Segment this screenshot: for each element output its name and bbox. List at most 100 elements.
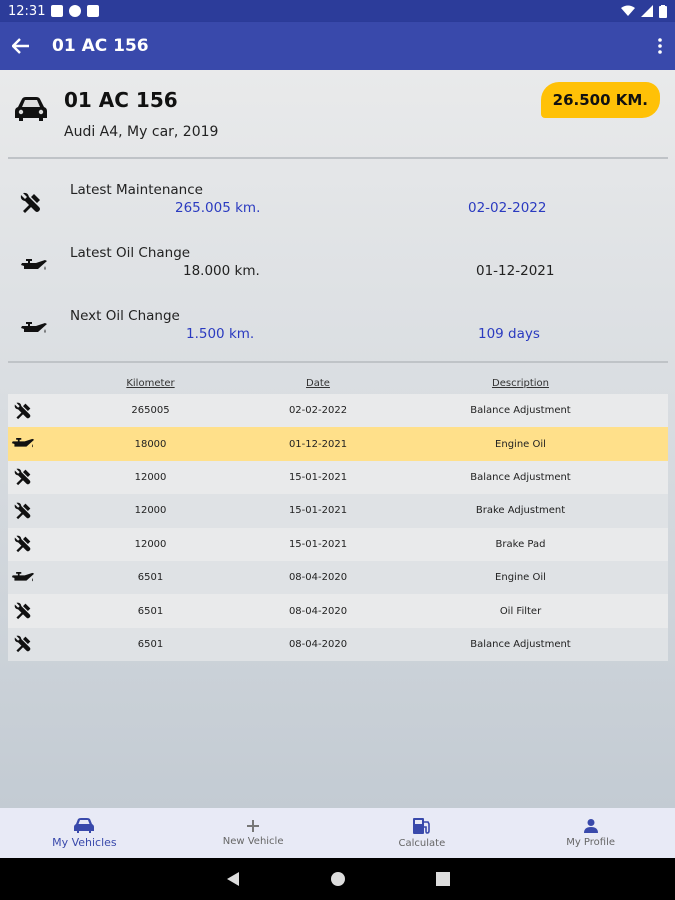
system-home-icon[interactable] [330,871,346,887]
car-icon [74,818,95,833]
nav-my-vehicles[interactable]: My Vehicles [0,808,169,858]
divider [8,361,668,363]
wrench-icon [14,602,31,620]
sync-icon [69,5,82,17]
nav-my-profile[interactable]: My Profile [506,808,675,858]
row-km: 6501 [137,638,164,650]
table-row[interactable]: 6501 08-04-2020 Balance Adjustment [8,627,668,662]
row-description: Balance Adjustment [470,405,571,417]
divider [8,157,668,159]
row-type-icon [8,402,38,420]
oil-can-icon [21,322,47,333]
nav-calculate[interactable]: Calculate [338,808,507,858]
maintenance-history-table: Kilometer Date Description 265005 02-02-2… [8,372,668,662]
wifi-icon [621,5,635,16]
row-date: 15-01-2021 [288,538,348,550]
vehicle-plate: 01 AC 156 [64,88,178,112]
column-header-date[interactable]: Date [263,378,373,389]
table-row[interactable]: 265005 02-02-2022 Balance Adjustment [8,394,668,428]
table-row[interactable]: 18000 01-12-2021 Engine Oil [8,427,668,461]
plus-icon [247,820,260,832]
row-date: 01-12-2021 [288,438,348,450]
next-oil-change-label: Next Oil Change [70,308,180,324]
system-recents-icon[interactable] [435,872,450,886]
sd-card-icon [87,5,100,17]
odometer-badge: 26.500 KM. [540,82,660,118]
latest-oil-change-label: Latest Oil Change [70,245,191,261]
more-vert-icon[interactable] [657,38,663,54]
column-header-description[interactable]: Description [373,378,668,389]
wrench-icon [14,402,31,419]
car-icon [15,97,47,121]
row-km: 6501 [137,572,164,584]
row-type-icon [8,502,38,520]
row-date: 08-04-2020 [288,605,348,617]
signal-icon [641,5,653,17]
table-row[interactable]: 12000 15-01-2021 Brake Pad [8,527,668,561]
vehicle-description: Audi A4, My car, 2019 [64,124,219,140]
nav-new-vehicle[interactable]: New Vehicle [169,808,338,858]
table-row[interactable]: 6501 08-04-2020 Engine Oil [8,560,668,595]
row-type-icon [8,571,38,585]
status-bar: 12:31 [0,0,675,22]
row-description: Brake Pad [495,538,546,550]
vehicle-detail-content: 01 AC 156 Audi A4, My car, 2019 26.500 K… [0,70,675,861]
wrench-icon [14,535,31,553]
oil-can-icon [21,259,47,270]
person-icon [583,819,598,833]
table-header: Kilometer Date Description [8,372,668,394]
system-navigation-bar [0,858,675,900]
row-km: 265005 [131,405,170,417]
row-description: Balance Adjustment [470,638,571,650]
row-km: 18000 [134,438,167,450]
nav-label: New Vehicle [222,836,284,847]
table-row[interactable]: 12000 15-01-2021 Brake Adjustment [8,494,668,528]
app-bar-title: 01 AC 156 [52,36,149,56]
wrench-icon [14,502,31,520]
row-description: Engine Oil [495,438,546,450]
row-date: 15-01-2021 [288,471,348,483]
nav-label: My Profile [566,837,616,848]
fuel-pump-icon [412,818,430,834]
row-description: Brake Adjustment [475,505,566,517]
table-row[interactable]: 12000 15-01-2021 Balance Adjustment [8,460,668,495]
latest-oil-change-km: 18.000 km. [183,263,260,279]
notification-icon [51,5,64,17]
latest-oil-change-date: 01-12-2021 [476,263,555,279]
row-description: Balance Adjustment [470,471,571,483]
row-date: 02-02-2022 [288,405,348,417]
row-date: 08-04-2020 [288,638,348,650]
next-oil-change-days: 109 days [478,326,540,342]
system-back-icon[interactable] [226,871,240,887]
next-oil-change-km: 1.500 km. [186,326,255,342]
row-description: Engine Oil [495,572,546,584]
latest-maintenance-km: 265.005 km. [175,200,261,216]
row-date: 15-01-2021 [288,505,348,517]
row-description: Oil Filter [499,605,542,617]
wrench-icon [14,636,31,653]
column-header-km[interactable]: Kilometer [38,378,263,389]
row-date: 08-04-2020 [288,572,348,584]
latest-maintenance-row: Latest Maintenance 265.005 km. 02-02-202… [0,182,675,234]
table-row[interactable]: 6501 08-04-2020 Oil Filter [8,594,668,628]
latest-maintenance-date: 02-02-2022 [468,200,547,216]
battery-icon [659,4,667,18]
next-oil-change-row: Next Oil Change 1.500 km. 109 days [0,308,675,360]
back-arrow-icon[interactable] [12,38,30,54]
row-type-icon [8,602,38,620]
bottom-navigation: My Vehicles New Vehicle Calculate My Pro… [0,808,675,858]
row-km: 6501 [137,605,164,617]
row-type-icon [8,635,38,653]
wrench-icon [14,469,31,486]
row-km: 12000 [134,505,167,517]
row-km: 12000 [134,538,167,550]
app-bar: 01 AC 156 [0,22,675,70]
oil-can-icon [11,571,35,582]
latest-oil-change-row: Latest Oil Change 18.000 km. 01-12-2021 [0,245,675,297]
vehicle-header: 01 AC 156 Audi A4, My car, 2019 26.500 K… [14,82,664,148]
row-type-icon [8,468,38,486]
nav-label: Calculate [398,838,446,849]
oil-can-icon [11,438,35,448]
row-type-icon [8,535,38,553]
row-type-icon [8,437,38,451]
